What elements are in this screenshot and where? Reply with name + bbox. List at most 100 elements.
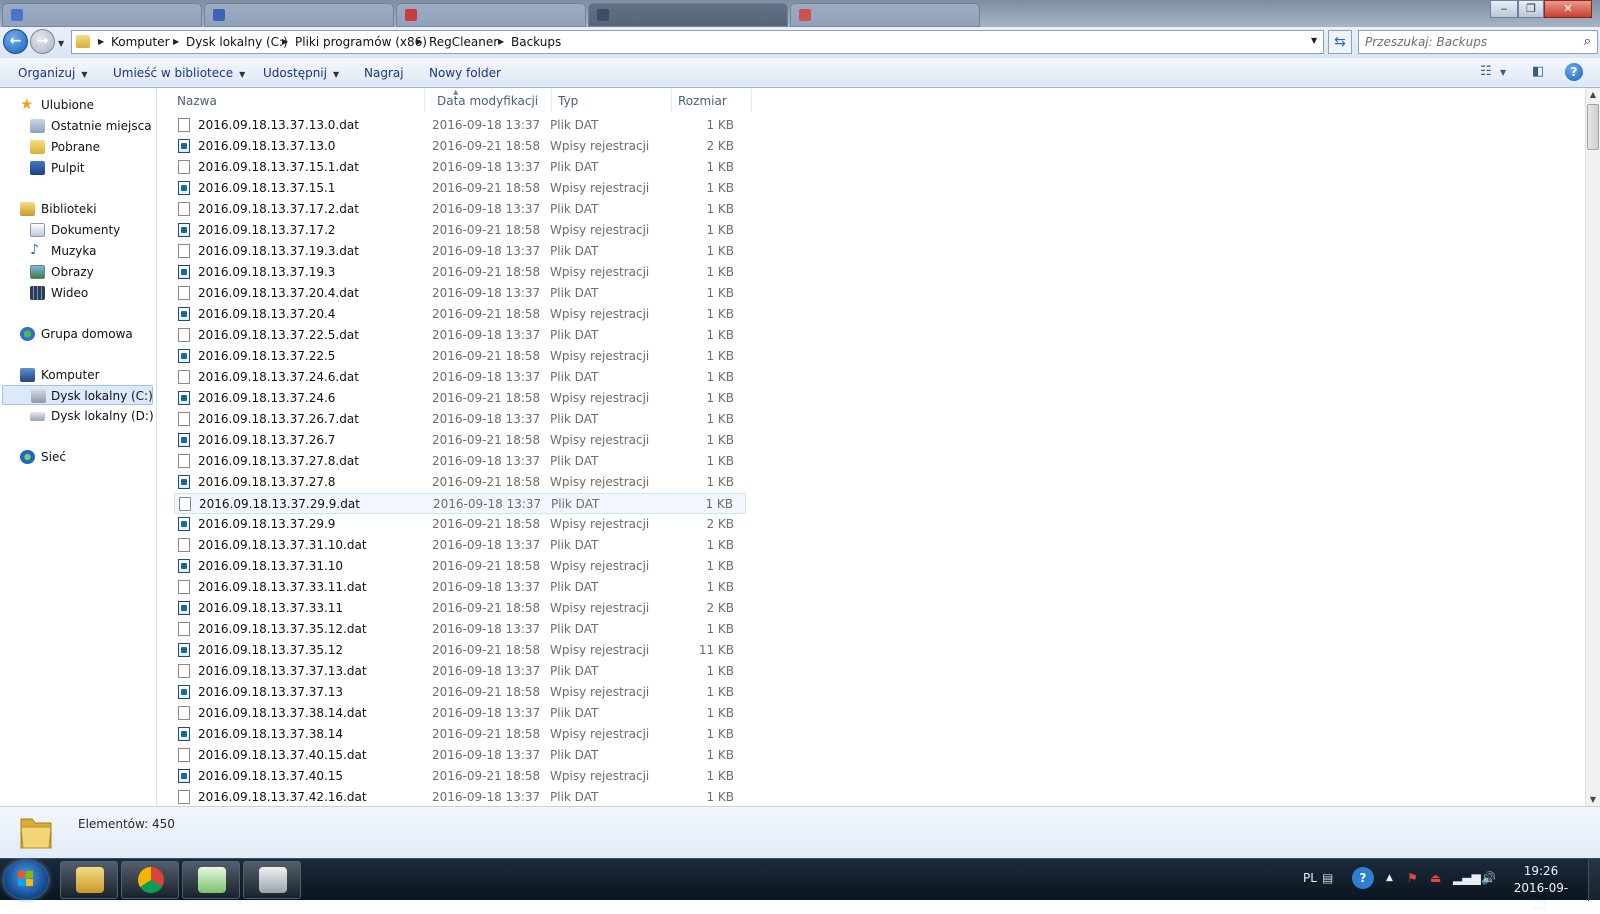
volume-icon[interactable]: 🔊 (1481, 871, 1496, 885)
file-row[interactable]: 2016.09.18.13.37.17.2 2016-09-21 18:58 Wpi… (174, 220, 746, 241)
show-desktop-button[interactable] (1588, 859, 1600, 901)
background-tab[interactable] (396, 3, 586, 27)
scroll-down-arrow-icon[interactable]: ▼ (1586, 795, 1600, 804)
organize-menu-button[interactable]: Organizuj ▼ (18, 66, 87, 80)
recent-pages-dropdown-icon[interactable]: ▼ (58, 39, 64, 48)
show-hidden-icons-icon[interactable]: ▲ (1386, 873, 1393, 883)
minimize-button[interactable]: ‒ (1490, 0, 1518, 18)
file-row[interactable]: 2016.09.18.13.37.31.10.dat 2016-09-18 13:… (174, 535, 746, 556)
breadcrumb-regcleaner[interactable]: RegCleaner (429, 35, 498, 49)
breadcrumb-separator-icon[interactable]: ▶ (282, 37, 288, 46)
file-row[interactable]: 2016.09.18.13.37.15.1.dat 2016-09-18 13:3… (174, 157, 746, 178)
help-tray-icon[interactable]: ? (1352, 867, 1374, 889)
nav-item-favorites[interactable]: ★ Ulubione (20, 95, 150, 115)
back-button[interactable]: ← (3, 29, 28, 54)
view-options-icon[interactable]: ☷ (1480, 64, 1492, 80)
language-indicator[interactable]: PL (1303, 871, 1317, 885)
share-button[interactable]: Udostępnij ▼ (263, 66, 339, 80)
nav-item-network[interactable]: Sieć (20, 447, 150, 467)
help-icon[interactable]: ? (1565, 63, 1583, 81)
file-row[interactable]: 2016.09.18.13.37.33.11.dat 2016-09-18 13:… (174, 577, 746, 598)
column-header-size[interactable]: Rozmiar (678, 94, 727, 108)
nav-item-music[interactable]: ♪ Muzyka (30, 241, 150, 261)
keyboard-icon[interactable]: ▤ (1322, 871, 1333, 885)
forward-button[interactable]: → (30, 29, 55, 54)
breadcrumb-separator-icon[interactable]: ▶ (416, 37, 422, 46)
nav-item-pictures[interactable]: Obrazy (30, 262, 150, 282)
breadcrumb-program-files[interactable]: Pliki programów (x86) (295, 35, 427, 49)
taskbar-download-manager-button[interactable] (182, 861, 240, 899)
breadcrumb-drive-c[interactable]: Dysk lokalny (C:) (186, 35, 288, 49)
breadcrumb-separator-icon[interactable]: ▶ (498, 37, 504, 46)
file-row[interactable]: 2016.09.18.13.37.40.15.dat 2016-09-18 13:… (174, 745, 746, 766)
nav-item-recent-places[interactable]: Ostatnie miejsca (30, 116, 152, 136)
file-row[interactable]: 2016.09.18.13.37.20.4 2016-09-21 18:58 Wpi… (174, 304, 746, 325)
breadcrumb-separator-icon[interactable]: ▶ (98, 37, 104, 46)
file-row[interactable]: 2016.09.18.13.37.27.8 2016-09-21 18:58 Wpi… (174, 472, 746, 493)
column-header-modified[interactable]: Data modyfikacji (437, 94, 538, 108)
background-tab[interactable] (204, 3, 394, 27)
background-tab[interactable] (790, 3, 980, 27)
file-row[interactable]: 2016.09.18.13.37.29.9.dat 2016-09-18 13:3… (174, 493, 746, 514)
taskbar-chrome-button[interactable] (121, 861, 179, 899)
taskbar-explorer-button[interactable] (60, 861, 118, 899)
search-input[interactable]: Przeszukaj: Backups ⌕ (1358, 30, 1598, 54)
network-signal-icon[interactable]: ▂▄▆ (1453, 871, 1481, 885)
file-row[interactable]: 2016.09.18.13.37.35.12 2016-09-21 18:58 Wp… (174, 640, 746, 661)
nav-item-libraries[interactable]: Biblioteki (20, 199, 150, 219)
column-divider[interactable] (551, 88, 552, 112)
file-row[interactable]: 2016.09.18.13.37.37.13 2016-09-21 18:58 Wp… (174, 682, 746, 703)
preview-pane-icon[interactable]: ◧ (1532, 64, 1544, 80)
file-row[interactable]: 2016.09.18.13.37.22.5 2016-09-21 18:58 Wpi… (174, 346, 746, 367)
nav-item-homegroup[interactable]: Grupa domowa (20, 324, 150, 344)
background-tab[interactable] (2, 3, 202, 27)
new-folder-button[interactable]: Nowy folder (429, 66, 501, 80)
burn-button[interactable]: Nagraj (364, 66, 404, 80)
nav-item-computer[interactable]: Komputer (20, 365, 150, 385)
include-in-library-button[interactable]: Umieść w bibliotece ▼ (113, 66, 245, 80)
file-row[interactable]: 2016.09.18.13.37.13.0.dat 2016-09-18 13:3… (174, 115, 746, 136)
file-row[interactable]: 2016.09.18.13.37.17.2.dat 2016-09-18 13:3… (174, 199, 746, 220)
file-row[interactable]: 2016.09.18.13.37.20.4.dat 2016-09-18 13:3… (174, 283, 746, 304)
scroll-up-arrow-icon[interactable]: ▲ (1586, 90, 1600, 99)
breadcrumb-backups[interactable]: Backups (511, 35, 561, 49)
column-divider[interactable] (671, 88, 672, 112)
taskbar-app-button[interactable] (243, 861, 301, 899)
file-row[interactable]: 2016.09.18.13.37.26.7 2016-09-21 18:58 Wpi… (174, 430, 746, 451)
file-row[interactable]: 2016.09.18.13.37.38.14 2016-09-21 18:58 Wp… (174, 724, 746, 745)
file-row[interactable]: 2016.09.18.13.37.13.0 2016-09-21 18:58 Wpi… (174, 136, 746, 157)
column-header-name[interactable]: Nazwa (177, 94, 217, 108)
column-header-type[interactable]: Typ (558, 94, 578, 108)
file-row[interactable]: 2016.09.18.13.37.29.9 2016-09-21 18:58 Wpi… (174, 514, 746, 535)
refresh-button[interactable]: ⇆ (1328, 30, 1352, 54)
background-tab[interactable] (588, 3, 788, 27)
nav-item-drive-c[interactable]: Dysk lokalny (C:) (2, 385, 153, 405)
address-history-dropdown-icon[interactable]: ▼ (1311, 36, 1317, 45)
column-divider[interactable] (751, 88, 752, 112)
action-center-flag-icon[interactable]: ⚑ (1407, 871, 1418, 885)
file-row[interactable]: 2016.09.18.13.37.19.3.dat 2016-09-18 13:3… (174, 241, 746, 262)
nav-item-videos[interactable]: Wideo (30, 283, 150, 303)
file-row[interactable]: 2016.09.18.13.37.37.13.dat 2016-09-18 13:… (174, 661, 746, 682)
file-row[interactable]: 2016.09.18.13.37.24.6 2016-09-21 18:58 Wpi… (174, 388, 746, 409)
file-row[interactable]: 2016.09.18.13.37.15.1 2016-09-21 18:58 Wpi… (174, 178, 746, 199)
maximize-button[interactable]: ❐ (1518, 0, 1544, 18)
close-button[interactable]: ✕ (1544, 0, 1592, 18)
search-icon[interactable]: ⌕ (1584, 34, 1591, 49)
clock[interactable]: 19:26 2016-09-21 (1508, 863, 1574, 914)
file-row[interactable]: 2016.09.18.13.37.19.3 2016-09-21 18:58 Wpi… (174, 262, 746, 283)
column-divider[interactable] (424, 88, 425, 112)
breadcrumb-computer[interactable]: Komputer (111, 35, 170, 49)
file-row[interactable]: 2016.09.18.13.37.33.11 2016-09-21 18:58 Wp… (174, 598, 746, 619)
file-row[interactable]: 2016.09.18.13.37.42.16.dat 2016-09-18 13:… (174, 787, 746, 806)
nav-item-documents[interactable]: Dokumenty (30, 220, 150, 240)
breadcrumb-separator-icon[interactable]: ▶ (173, 37, 179, 46)
address-bar[interactable]: ▶ Komputer ▶ Dysk lokalny (C:) ▶ Pliki p… (71, 30, 1324, 54)
usb-device-icon[interactable]: ⏏ (1430, 871, 1441, 885)
view-dropdown-icon[interactable]: ▼ (1500, 68, 1506, 84)
nav-item-desktop[interactable]: Pulpit (30, 158, 150, 178)
file-row[interactable]: 2016.09.18.13.37.22.5.dat 2016-09-18 13:3… (174, 325, 746, 346)
file-row[interactable]: 2016.09.18.13.37.26.7.dat 2016-09-18 13:3… (174, 409, 746, 430)
file-row[interactable]: 2016.09.18.13.37.40.15 2016-09-21 18:58 Wp… (174, 766, 746, 787)
nav-item-downloads[interactable]: Pobrane (30, 137, 150, 157)
